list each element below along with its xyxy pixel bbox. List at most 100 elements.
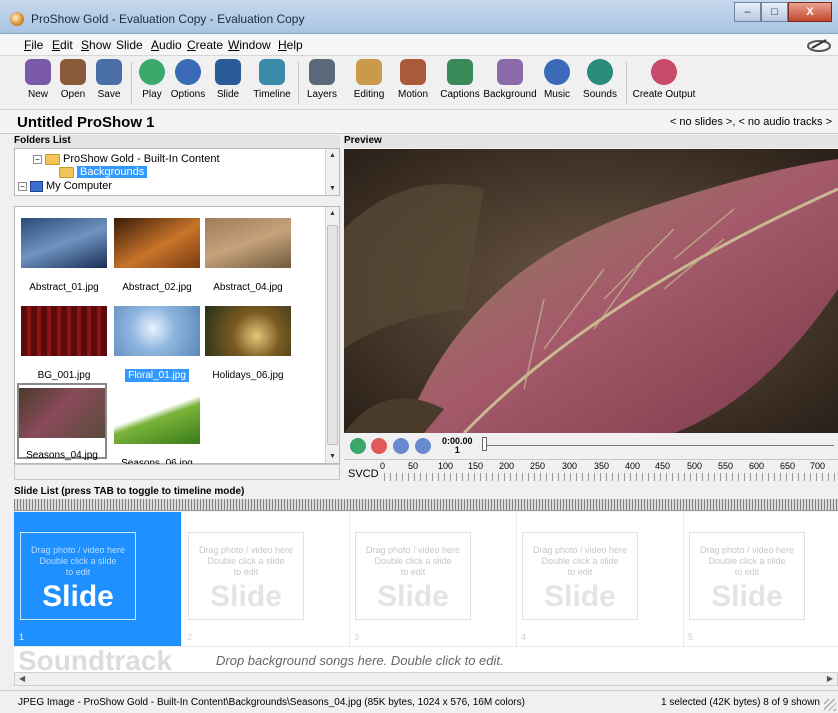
collapse-icon[interactable]: − <box>33 154 42 164</box>
timeline-button[interactable]: Timeline <box>252 59 292 100</box>
thumbnail-image <box>205 306 291 356</box>
toolbar-separator <box>626 62 627 104</box>
folder-tree-scrollbar[interactable]: ▲ ▼ <box>325 149 339 195</box>
play-icon[interactable] <box>350 438 366 454</box>
motion-icon <box>400 59 426 85</box>
tree-node-my-computer[interactable]: − My Computer <box>18 180 112 192</box>
motion-button[interactable]: Motion <box>396 59 430 100</box>
project-name: Untitled ProShow 1 <box>17 114 155 131</box>
play-button[interactable]: Play <box>139 59 165 100</box>
editing-icon <box>356 59 382 85</box>
menu-help[interactable]: Help <box>278 38 303 52</box>
background-button[interactable]: Background <box>483 59 537 100</box>
play-icon <box>139 59 165 85</box>
scroll-down-icon[interactable]: ▼ <box>329 453 336 460</box>
slide-drop-area[interactable]: Drag photo / video here Double click a sl… <box>689 532 805 620</box>
resize-grip-icon[interactable] <box>824 699 836 711</box>
slide-drop-area[interactable]: Drag photo / video here Double click a sl… <box>522 532 638 620</box>
thumbnails-scrollbar[interactable]: ▲ ▼ <box>325 207 339 463</box>
scroll-left-icon[interactable]: ◀ <box>19 674 25 683</box>
slide-button[interactable]: Slide <box>214 59 242 100</box>
status-bar: JPEG Image - ProShow Gold - Built-In Con… <box>0 690 838 713</box>
menu-show[interactable]: Show <box>81 38 111 52</box>
window-controls: – □ X <box>734 2 832 24</box>
soundtrack-area[interactable]: Soundtrack Drop background songs here. D… <box>14 645 838 676</box>
photodex-logo-icon <box>807 39 831 52</box>
output-format-label[interactable]: SVCD <box>348 468 379 480</box>
tree-node-builtin-content[interactable]: − ProShow Gold - Built-In Content <box>33 153 220 165</box>
new-button[interactable]: New <box>24 59 52 100</box>
music-icon <box>544 59 570 85</box>
toolbar-separator <box>131 62 132 104</box>
thumbnail-abstract-04[interactable]: Abstract_04.jpg <box>203 218 293 293</box>
menu-window[interactable]: Window <box>228 38 271 52</box>
slide-drop-area[interactable]: Drag photo / video here Double click a sl… <box>20 532 136 620</box>
sounds-button[interactable]: Sounds <box>582 59 618 100</box>
stop-icon[interactable] <box>371 438 387 454</box>
thumbnail-image <box>114 394 200 444</box>
menu-file[interactable]: File <box>24 38 43 52</box>
title-bar: ProShow Gold - Evaluation Copy - Evaluat… <box>0 0 838 34</box>
menu-create[interactable]: Create <box>187 38 223 52</box>
thumbnail-abstract-02[interactable]: Abstract_02.jpg <box>112 218 202 293</box>
new-icon <box>25 59 51 85</box>
collapse-icon[interactable]: − <box>18 181 27 191</box>
save-icon <box>96 59 122 85</box>
fast-forward-icon[interactable] <box>415 438 431 454</box>
create-output-button[interactable]: Create Output <box>632 59 696 100</box>
playback-slider[interactable] <box>484 445 834 446</box>
thumbnail-seasons-06[interactable]: Seasons_06.jpg <box>112 394 202 469</box>
slide-slot-3[interactable]: Drag photo / video here Double click a sl… <box>349 512 517 646</box>
thumbnail-floral-01[interactable]: Floral_01.jpg <box>112 306 202 382</box>
soundtrack-hint: Drop background songs here. Double click… <box>216 653 504 668</box>
maximize-button[interactable]: □ <box>761 2 788 22</box>
thumbnail-seasons-04[interactable]: Seasons_04.jpg <box>17 383 107 461</box>
thumbnail-bg-001[interactable]: BG_001.jpg <box>19 306 109 381</box>
menu-slide[interactable]: Slide <box>116 38 143 52</box>
open-icon <box>60 59 86 85</box>
slide-list: Drag photo / video here Double click a sl… <box>14 512 838 646</box>
sounds-icon <box>587 59 613 85</box>
thumbnails-horizontal-scrollbar[interactable] <box>14 464 340 480</box>
slide-list-scrollbar[interactable]: ◀ ▶ <box>14 672 838 686</box>
scroll-right-icon[interactable]: ▶ <box>827 674 833 683</box>
open-button[interactable]: Open <box>58 59 88 100</box>
minimize-button[interactable]: – <box>734 2 761 22</box>
slide-slot-1[interactable]: Drag photo / video here Double click a sl… <box>14 512 182 646</box>
layers-icon <box>309 59 335 85</box>
scroll-up-icon[interactable]: ▲ <box>329 210 336 217</box>
preview-image <box>344 149 838 433</box>
tree-node-backgrounds[interactable]: Backgrounds <box>59 166 148 178</box>
slide-slot-5[interactable]: Drag photo / video here Double click a sl… <box>683 512 838 646</box>
playback-slider-handle[interactable] <box>482 437 487 451</box>
preview-header: Preview <box>344 135 838 148</box>
project-bar: Untitled ProShow 1 < no slides >, < no a… <box>0 110 838 134</box>
menu-edit[interactable]: Edit <box>52 38 73 52</box>
playback-controls: 0:00.00 1 <box>344 433 838 458</box>
save-button[interactable]: Save <box>95 59 123 100</box>
close-button[interactable]: X <box>788 2 832 22</box>
scroll-down-icon[interactable]: ▼ <box>329 185 336 192</box>
slide-slot-2[interactable]: Drag photo / video here Double click a sl… <box>182 512 350 646</box>
slide-drop-area[interactable]: Drag photo / video here Double click a sl… <box>188 532 304 620</box>
layers-button[interactable]: Layers <box>305 59 339 100</box>
computer-icon <box>30 180 43 192</box>
slide-drop-area[interactable]: Drag photo / video here Double click a sl… <box>355 532 471 620</box>
thumbnail-holidays-06[interactable]: Holidays_06.jpg <box>203 306 293 381</box>
scroll-thumb[interactable] <box>327 225 338 445</box>
create-output-icon <box>651 59 677 85</box>
folder-icon <box>45 153 60 165</box>
scroll-up-icon[interactable]: ▲ <box>329 152 336 159</box>
thumbnail-image <box>19 388 105 438</box>
thumbnail-image <box>21 306 107 356</box>
menu-audio[interactable]: Audio <box>151 38 182 52</box>
rewind-icon[interactable] <box>393 438 409 454</box>
slide-list-header: Slide List (press TAB to toggle to timel… <box>14 486 245 497</box>
thumbnail-abstract-01[interactable]: Abstract_01.jpg <box>19 218 109 293</box>
music-button[interactable]: Music <box>542 59 572 100</box>
slide-slot-4[interactable]: Drag photo / video here Double click a sl… <box>516 512 684 646</box>
folders-list-header: Folders List <box>14 135 340 148</box>
options-button[interactable]: Options <box>170 59 206 100</box>
editing-button[interactable]: Editing <box>352 59 386 100</box>
captions-button[interactable]: Captions <box>439 59 481 100</box>
